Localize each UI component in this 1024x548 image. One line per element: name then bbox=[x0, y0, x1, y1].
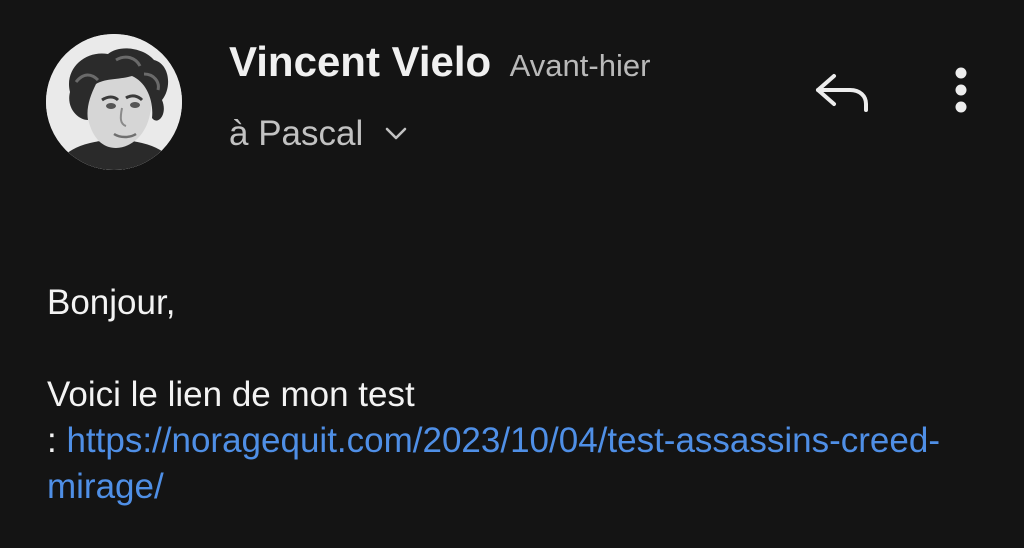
recipient-details-toggle[interactable]: à Pascal bbox=[229, 112, 407, 156]
test-link[interactable]: https://noragequit.com/2023/10/04/test-a… bbox=[47, 421, 940, 506]
message-body: Bonjour, Voici le lien de mon test : htt… bbox=[47, 280, 947, 510]
sender-name[interactable]: Vincent Vielo bbox=[229, 38, 491, 85]
body-line: Voici le lien de mon test bbox=[47, 375, 415, 414]
body-link-line: : https://noragequit.com/2023/10/04/test… bbox=[47, 418, 947, 510]
reply-icon[interactable] bbox=[814, 70, 870, 112]
greeting-text: Bonjour, bbox=[47, 283, 176, 322]
chevron-down-icon[interactable] bbox=[385, 127, 407, 141]
more-vert-icon[interactable] bbox=[946, 66, 976, 116]
message-date: Avant-hier bbox=[509, 48, 651, 83]
link-prefix: : bbox=[47, 421, 67, 460]
avatar[interactable] bbox=[46, 34, 182, 170]
sender-row: Vincent Vielo Avant-hier bbox=[229, 38, 650, 86]
recipient-label: à Pascal bbox=[229, 114, 364, 153]
